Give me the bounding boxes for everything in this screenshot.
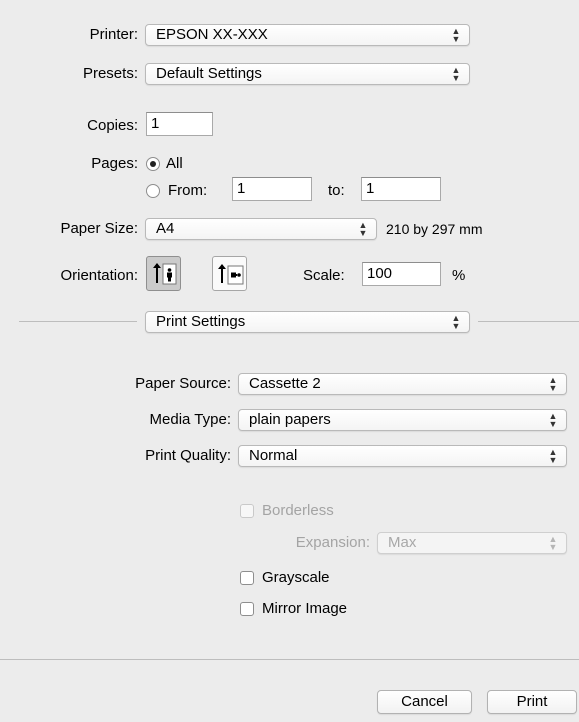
pages-all-radio[interactable] bbox=[146, 157, 160, 171]
paper-size-label: Paper Size: bbox=[60, 220, 138, 237]
pages-to-label: to: bbox=[328, 182, 345, 199]
borderless-label: Borderless bbox=[262, 502, 334, 519]
copies-label: Copies: bbox=[87, 117, 138, 134]
media-type-value: plain papers bbox=[249, 411, 331, 428]
updown-arrows-icon: ▲ ▼ bbox=[548, 447, 558, 465]
pages-all-label: All bbox=[166, 155, 183, 172]
expansion-label: Expansion: bbox=[295, 534, 370, 551]
paper-source-label: Paper Source: bbox=[135, 375, 231, 392]
print-settings-popup[interactable]: Print Settings ▲ ▼ bbox=[145, 311, 470, 333]
presets-popup[interactable]: Default Settings ▲ ▼ bbox=[145, 63, 470, 85]
media-type-label: Media Type: bbox=[149, 411, 231, 428]
updown-arrows-icon: ▲ ▼ bbox=[548, 375, 558, 393]
bottom-separator bbox=[0, 659, 579, 660]
updown-arrows-icon: ▲ ▼ bbox=[451, 65, 461, 83]
grayscale-label: Grayscale bbox=[262, 569, 330, 586]
grayscale-checkbox[interactable] bbox=[240, 571, 254, 585]
printer-popup[interactable]: EPSON XX-XXX ▲ ▼ bbox=[145, 24, 470, 46]
landscape-person-icon bbox=[218, 264, 244, 285]
paper-size-value: A4 bbox=[156, 220, 175, 237]
borderless-checkbox[interactable] bbox=[240, 504, 254, 518]
scale-label: Scale: bbox=[303, 267, 345, 284]
landscape-orientation-button[interactable] bbox=[212, 256, 247, 291]
pages-from-field[interactable]: 1 bbox=[232, 177, 312, 201]
paper-source-popup[interactable]: Cassette 2 ▲ ▼ bbox=[238, 373, 567, 395]
portrait-person-icon bbox=[153, 263, 177, 285]
orientation-label: Orientation: bbox=[60, 267, 138, 284]
print-quality-popup[interactable]: Normal ▲ ▼ bbox=[238, 445, 567, 467]
pages-label: Pages: bbox=[91, 155, 138, 172]
pages-from-label: From: bbox=[168, 182, 208, 199]
mirror-image-checkbox[interactable] bbox=[240, 602, 254, 616]
copies-field[interactable]: 1 bbox=[146, 112, 213, 136]
expansion-value: Max bbox=[388, 534, 417, 551]
paper-source-value: Cassette 2 bbox=[249, 375, 321, 392]
presets-value: Default Settings bbox=[156, 65, 262, 82]
updown-arrows-icon: ▲ ▼ bbox=[451, 313, 461, 331]
pages-to-field[interactable]: 1 bbox=[361, 177, 441, 201]
radio-selected-dot bbox=[150, 161, 156, 167]
portrait-orientation-button[interactable] bbox=[146, 256, 181, 291]
paper-dimensions: 210 by 297 mm bbox=[386, 221, 483, 237]
print-quality-value: Normal bbox=[249, 447, 298, 464]
scale-field[interactable]: 100 bbox=[362, 262, 441, 286]
updown-arrows-icon: ▲ ▼ bbox=[548, 534, 558, 552]
paper-size-popup[interactable]: A4 ▲ ▼ bbox=[145, 218, 377, 240]
cancel-button[interactable]: Cancel bbox=[377, 690, 472, 714]
updown-arrows-icon: ▲ ▼ bbox=[451, 26, 461, 44]
updown-arrows-icon: ▲ ▼ bbox=[548, 411, 558, 429]
print-quality-label: Print Quality: bbox=[145, 447, 231, 464]
media-type-popup[interactable]: plain papers ▲ ▼ bbox=[238, 409, 567, 431]
section-value: Print Settings bbox=[156, 313, 246, 330]
presets-label: Presets: bbox=[82, 65, 138, 82]
section-separator-left bbox=[19, 321, 137, 322]
scale-unit: % bbox=[452, 267, 466, 284]
mirror-image-label: Mirror Image bbox=[262, 600, 348, 617]
section-separator-right bbox=[478, 321, 579, 322]
pages-from-radio[interactable] bbox=[146, 184, 160, 198]
printer-value: EPSON XX-XXX bbox=[156, 26, 268, 43]
expansion-popup[interactable]: Max ▲ ▼ bbox=[377, 532, 567, 554]
updown-arrows-icon: ▲ ▼ bbox=[358, 220, 368, 238]
printer-label: Printer: bbox=[89, 26, 138, 43]
print-button[interactable]: Print bbox=[487, 690, 577, 714]
